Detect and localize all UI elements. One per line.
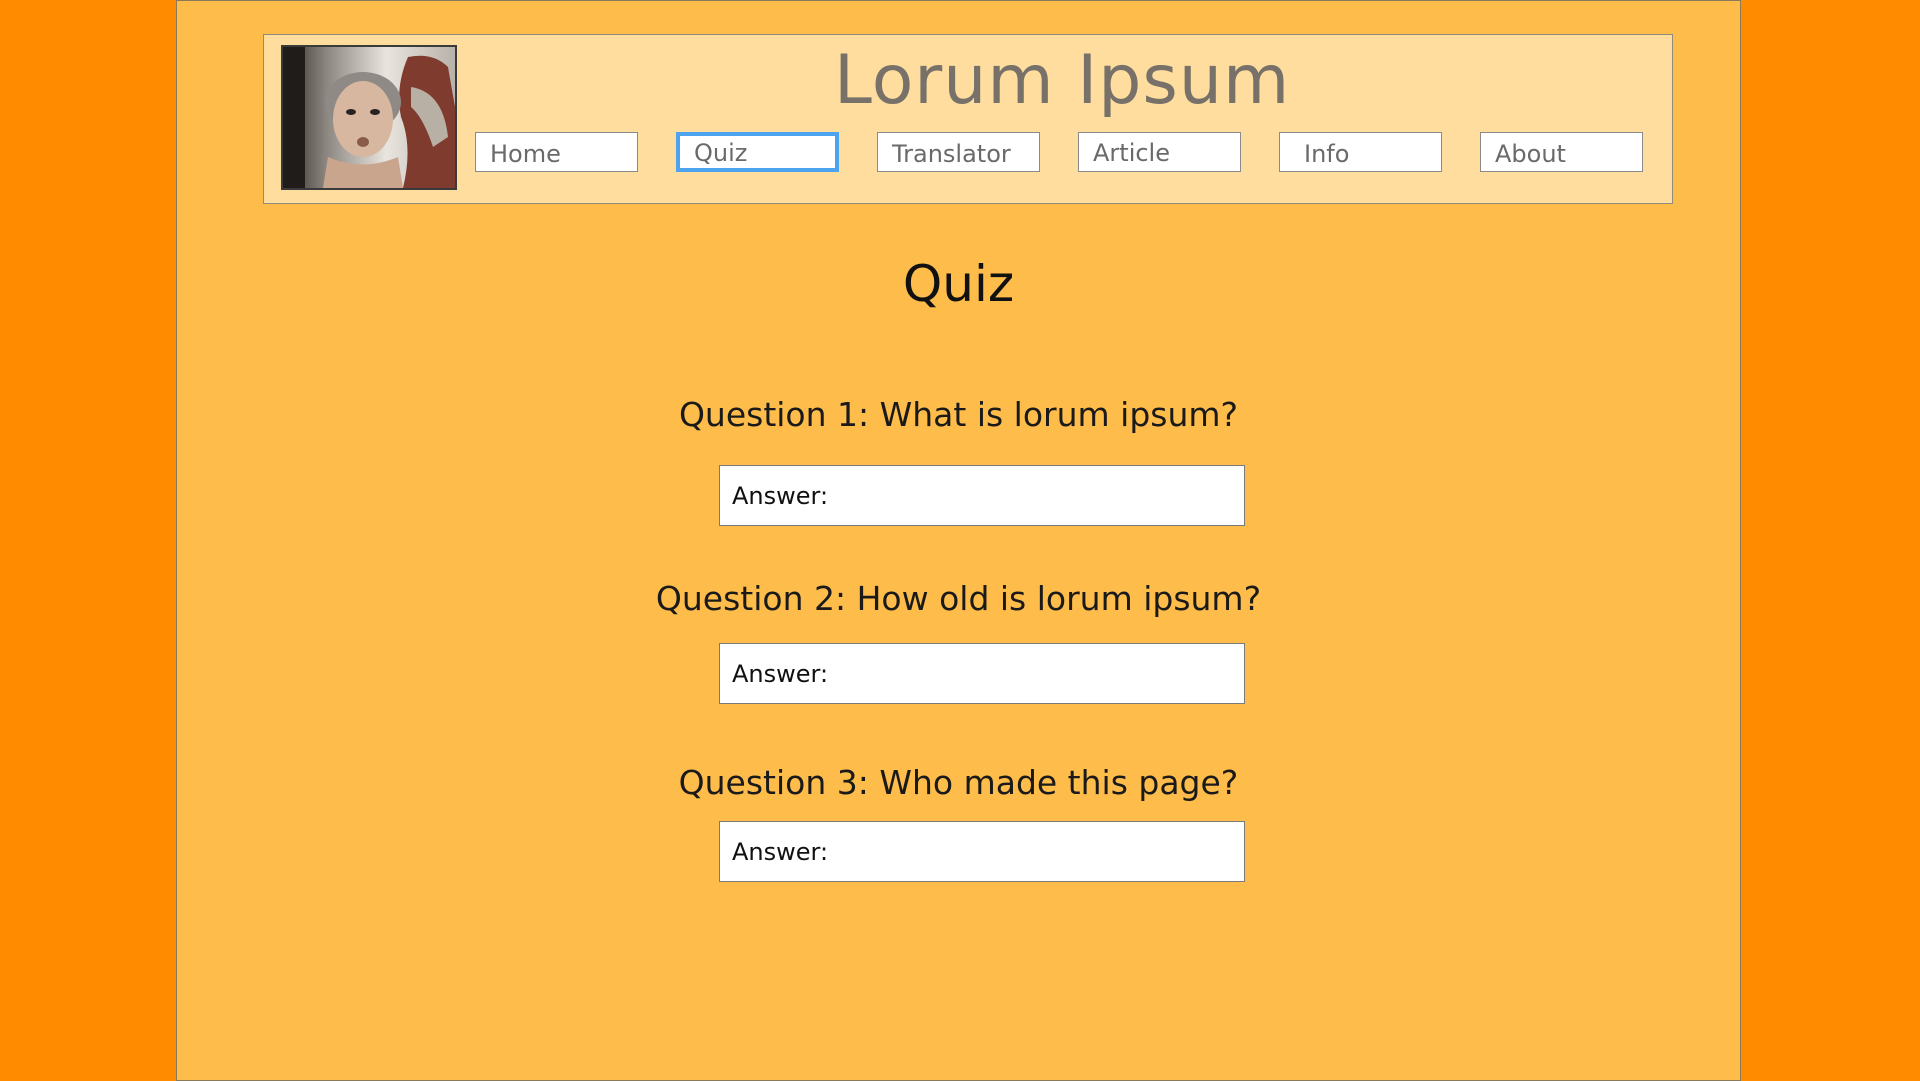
nav-article-button[interactable]: Article: [1078, 132, 1241, 172]
answer-3-input[interactable]: [719, 821, 1245, 882]
portrait-icon: [283, 47, 455, 188]
page-container: Lorum Ipsum Home Quiz Translator Article…: [176, 0, 1741, 1081]
answer-1-input[interactable]: [719, 465, 1245, 526]
question-2-text: Question 2: How old is lorum ipsum?: [655, 579, 1262, 618]
nav-quiz-button[interactable]: Quiz: [676, 132, 839, 172]
nav-info-button[interactable]: Info: [1279, 132, 1442, 172]
logo-image: [281, 45, 457, 190]
nav-home-button[interactable]: Home: [475, 132, 638, 172]
question-1-text: Question 1: What is lorum ipsum?: [678, 395, 1239, 434]
site-header: Lorum Ipsum Home Quiz Translator Article…: [263, 34, 1673, 204]
answer-2-input[interactable]: [719, 643, 1245, 704]
nav-about-button[interactable]: About: [1480, 132, 1643, 172]
nav-translator-button[interactable]: Translator: [877, 132, 1040, 172]
site-title: Lorum Ipsum: [834, 41, 1291, 120]
page-title: Quiz: [902, 255, 1015, 313]
question-3-text: Question 3: Who made this page?: [678, 763, 1239, 802]
